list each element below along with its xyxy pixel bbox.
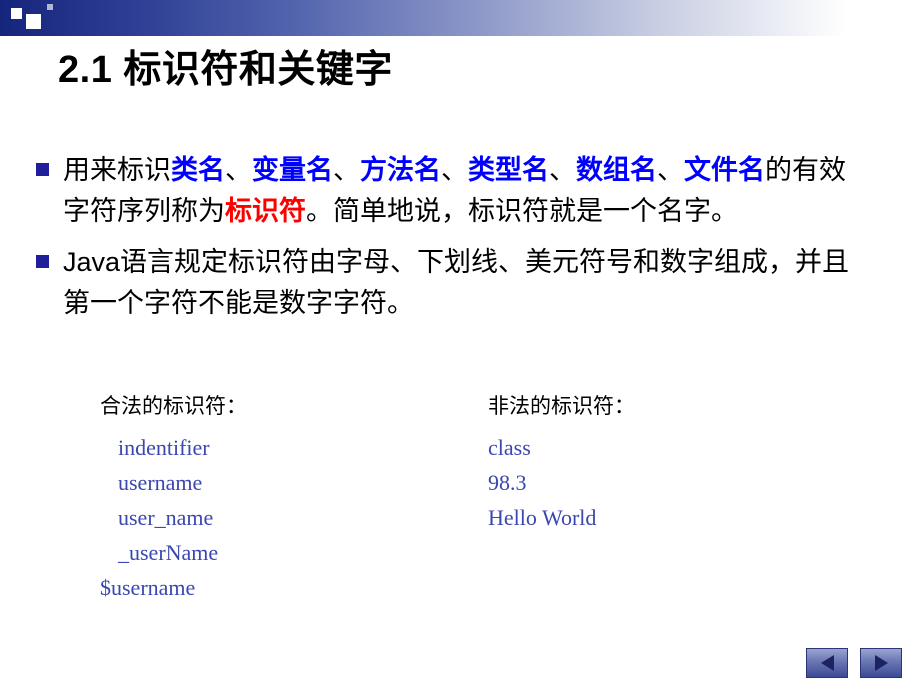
legal-identifiers-heading: 合法的标识符： (100, 395, 247, 418)
bullet-text-1: 用来标识类名、变量名、方法名、类型名、数组名、文件名的有效字符序列称为标识符。简… (63, 150, 863, 232)
previous-slide-button[interactable] (806, 648, 848, 678)
identifier-example: $username (100, 575, 196, 600)
identifier-example: user_name (118, 505, 214, 530)
text-segment: 数组名 (576, 155, 657, 185)
bullet-item-2: Java语言规定标识符由字母、下划线、美元符号和数字组成，并且第一个字符不能是数… (36, 242, 896, 324)
bullet-square-icon (36, 255, 49, 268)
text-segment: 标识符 (225, 196, 306, 226)
triangle-right-icon (874, 655, 888, 671)
text-segment: 、 (225, 155, 252, 185)
next-slide-button[interactable] (860, 648, 902, 678)
text-segment: 类名 (171, 155, 225, 185)
decor-square-2 (26, 14, 41, 29)
text-segment: 。简单地说，标识符就是一个名字。 (306, 196, 738, 226)
identifier-example: indentifier (118, 435, 210, 460)
identifier-example: Hello World (488, 505, 597, 530)
illegal-identifiers-list: class 98.3 Hello World (488, 430, 635, 535)
page-title: 2.1 标识符和关键字 (58, 49, 393, 91)
slide-header-banner (0, 0, 920, 36)
identifier-example: 98.3 (488, 470, 527, 495)
text-segment: 变量名 (252, 155, 333, 185)
decor-square-3 (47, 4, 53, 10)
bullet-item-1: 用来标识类名、变量名、方法名、类型名、数组名、文件名的有效字符序列称为标识符。简… (36, 150, 896, 232)
text-segment: 类型名 (468, 155, 549, 185)
text-segment: Java语言规定标识符由字母、下划线、美元符号和数字组成，并且第一个字符不能是数… (63, 247, 850, 318)
slide: 2.1 标识符和关键字 用来标识类名、变量名、方法名、类型名、数组名、文件名的有… (0, 0, 920, 690)
identifier-example: class (488, 435, 531, 460)
text-segment: 、 (657, 155, 684, 185)
slide-navigation (806, 648, 902, 678)
text-segment: 方法名 (360, 155, 441, 185)
decor-square-1 (11, 8, 22, 19)
illegal-identifiers-column: 非法的标识符： class 98.3 Hello World (488, 390, 635, 535)
identifier-example: _userName (118, 540, 219, 565)
text-segment: 、 (333, 155, 360, 185)
bullet-square-icon (36, 163, 49, 176)
text-segment: 、 (441, 155, 468, 185)
bullet-text-2: Java语言规定标识符由字母、下划线、美元符号和数字组成，并且第一个字符不能是数… (63, 242, 863, 324)
triangle-left-icon (820, 655, 834, 671)
text-segment: 用来标识 (63, 155, 171, 185)
header-gradient-bar (0, 0, 920, 36)
text-segment: 文件名 (684, 155, 765, 185)
legal-identifiers-list: indentifier username user_name _userName $us… (100, 430, 247, 605)
text-segment: 、 (549, 155, 576, 185)
bullet-list: 用来标识类名、变量名、方法名、类型名、数组名、文件名的有效字符序列称为标识符。简… (36, 150, 896, 334)
illegal-identifiers-heading: 非法的标识符： (488, 395, 635, 418)
identifier-example: username (118, 470, 203, 495)
legal-identifiers-column: 合法的标识符： indentifier username user_name _use… (100, 390, 247, 605)
